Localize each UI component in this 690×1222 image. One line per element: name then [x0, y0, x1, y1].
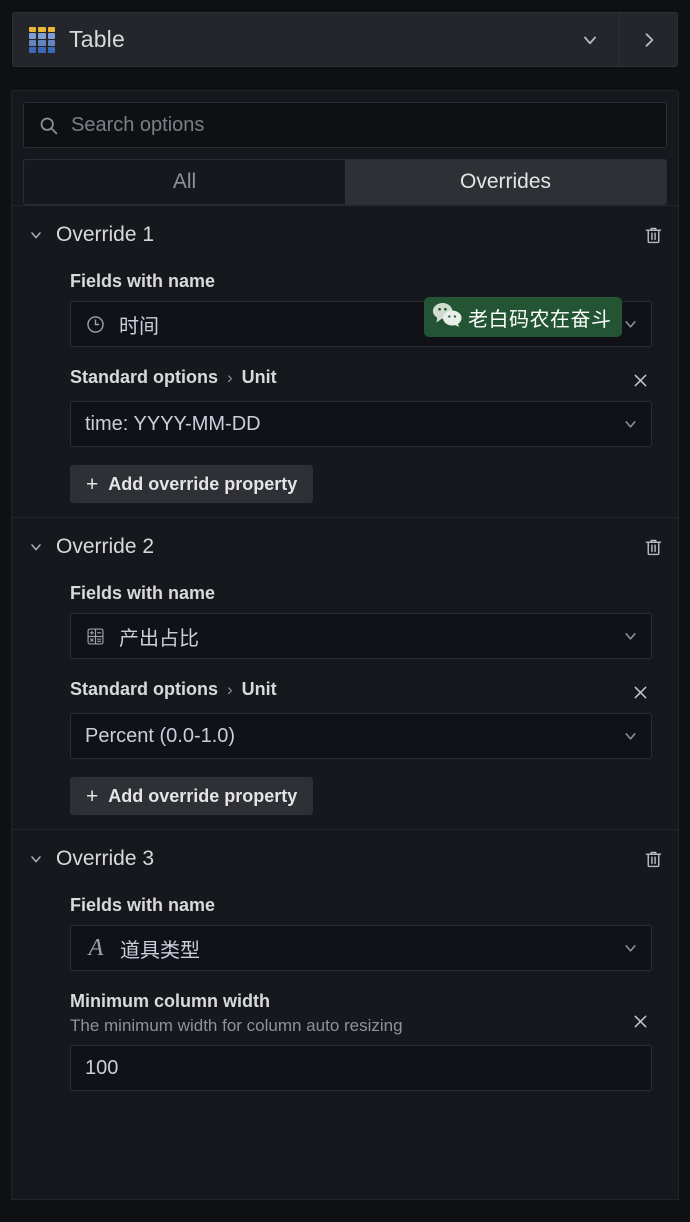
- override-property-row: Minimum column width The minimum width f…: [70, 991, 652, 1036]
- search-options-box[interactable]: [23, 102, 667, 148]
- property-breadcrumb: Minimum column width: [70, 991, 403, 1012]
- trash-icon[interactable]: [643, 225, 664, 246]
- string-icon: A: [88, 934, 104, 961]
- number-icon: [85, 626, 106, 647]
- add-override-property-label: Add override property: [108, 473, 298, 494]
- property-description: The minimum width for column auto resizi…: [70, 1016, 403, 1035]
- trash-icon[interactable]: [643, 849, 664, 870]
- chevron-down-icon[interactable]: [622, 728, 639, 745]
- matcher-label: Fields with name: [70, 895, 216, 915]
- chevron-right-icon: ›: [227, 679, 233, 699]
- property-breadcrumb: Standard options › Unit: [70, 367, 277, 388]
- override-header-3[interactable]: Override 3: [12, 843, 678, 875]
- search-icon: [40, 117, 58, 134]
- minimum-column-width-input[interactable]: [70, 1045, 652, 1091]
- chevron-down-icon[interactable]: [622, 316, 639, 333]
- override-body-2: Fields with name 产出占比 Standard options ›: [12, 583, 678, 815]
- matcher-label: Fields with name: [70, 271, 216, 291]
- selected-field-name: 时间: [119, 315, 159, 338]
- trash-icon[interactable]: [643, 537, 664, 558]
- chevron-right-icon[interactable]: [619, 13, 677, 66]
- selected-field-name: 道具类型: [120, 939, 200, 962]
- plus-icon: +: [86, 784, 99, 808]
- wechat-watermark-text: 老白码农在奋斗: [468, 306, 612, 331]
- chevron-down-icon[interactable]: [26, 227, 46, 243]
- chevron-down-icon[interactable]: [622, 940, 639, 957]
- close-icon[interactable]: [628, 368, 652, 392]
- unit-select[interactable]: Percent (0.0-1.0): [70, 713, 652, 759]
- override-section-3: Override 3 Fields with name A 道具类型 Minim…: [12, 829, 678, 1105]
- breadcrumb-child: Unit: [241, 679, 277, 699]
- search-input[interactable]: [71, 113, 652, 137]
- property-labels: Minimum column width The minimum width f…: [70, 991, 403, 1036]
- override-property-row: Standard options › Unit: [70, 679, 652, 704]
- unit-select[interactable]: time: YYYY-MM-DD: [70, 401, 652, 447]
- override-title: Override 2: [56, 535, 155, 558]
- wechat-icon: [432, 302, 462, 332]
- override-section-1: Override 1 Fields with name 时间 Standard …: [12, 205, 678, 517]
- tab-all[interactable]: All: [24, 160, 345, 204]
- override-header-2[interactable]: Override 2: [12, 531, 678, 563]
- options-tabs: All Overrides: [23, 159, 667, 205]
- chevron-down-icon[interactable]: [622, 628, 639, 645]
- visualization-picker[interactable]: Table: [12, 12, 678, 67]
- override-property-row: Standard options › Unit: [70, 367, 652, 392]
- unit-value: Percent (0.0-1.0): [85, 724, 236, 747]
- visualization-type-label: Table: [69, 26, 125, 52]
- breadcrumb-child: Unit: [241, 367, 277, 387]
- options-pane: All Overrides Override 1 Fields with nam…: [11, 90, 679, 1200]
- close-icon[interactable]: [628, 1009, 652, 1033]
- visualization-picker-main[interactable]: Table: [13, 13, 561, 66]
- fields-with-name-select[interactable]: A 道具类型: [70, 925, 652, 971]
- panel-options-page: Table All Overrides Ov: [0, 12, 690, 1222]
- override-title: Override 1: [56, 223, 155, 246]
- chevron-right-icon: ›: [227, 367, 233, 387]
- override-title: Override 3: [56, 847, 155, 870]
- property-breadcrumb: Standard options › Unit: [70, 679, 277, 700]
- wechat-watermark: 老白码农在奋斗: [424, 297, 622, 337]
- breadcrumb-parent: Standard options: [70, 679, 218, 699]
- table-icon: [29, 26, 55, 53]
- property-control: [70, 1045, 652, 1091]
- options-header: All Overrides: [12, 91, 678, 205]
- plus-icon: +: [86, 472, 99, 496]
- add-override-property-button[interactable]: + Add override property: [70, 465, 314, 503]
- property-control: time: YYYY-MM-DD: [70, 401, 652, 447]
- property-control: Percent (0.0-1.0): [70, 713, 652, 759]
- close-icon[interactable]: [628, 680, 652, 704]
- add-override-property-label: Add override property: [108, 785, 298, 806]
- breadcrumb-parent: Standard options: [70, 367, 218, 387]
- matcher-label: Fields with name: [70, 583, 216, 603]
- add-override-property-button[interactable]: + Add override property: [70, 777, 314, 815]
- chevron-down-icon[interactable]: [561, 13, 619, 66]
- chevron-down-icon[interactable]: [622, 416, 639, 433]
- selected-field-name: 产出占比: [119, 627, 199, 650]
- chevron-down-icon[interactable]: [26, 539, 46, 555]
- property-labels: Standard options › Unit: [70, 367, 277, 388]
- chevron-down-icon[interactable]: [26, 851, 46, 867]
- unit-value: time: YYYY-MM-DD: [85, 412, 261, 435]
- clock-icon: [85, 314, 106, 335]
- override-body-3: Fields with name A 道具类型 Minimum column w…: [12, 895, 678, 1091]
- property-labels: Standard options › Unit: [70, 679, 277, 700]
- override-header-1[interactable]: Override 1: [12, 219, 678, 251]
- breadcrumb-parent: Minimum column width: [70, 991, 270, 1011]
- override-section-2: Override 2 Fields with name 产出占比 Standar…: [12, 517, 678, 829]
- fields-with-name-select[interactable]: 产出占比: [70, 613, 652, 659]
- tab-overrides[interactable]: Overrides: [345, 160, 666, 204]
